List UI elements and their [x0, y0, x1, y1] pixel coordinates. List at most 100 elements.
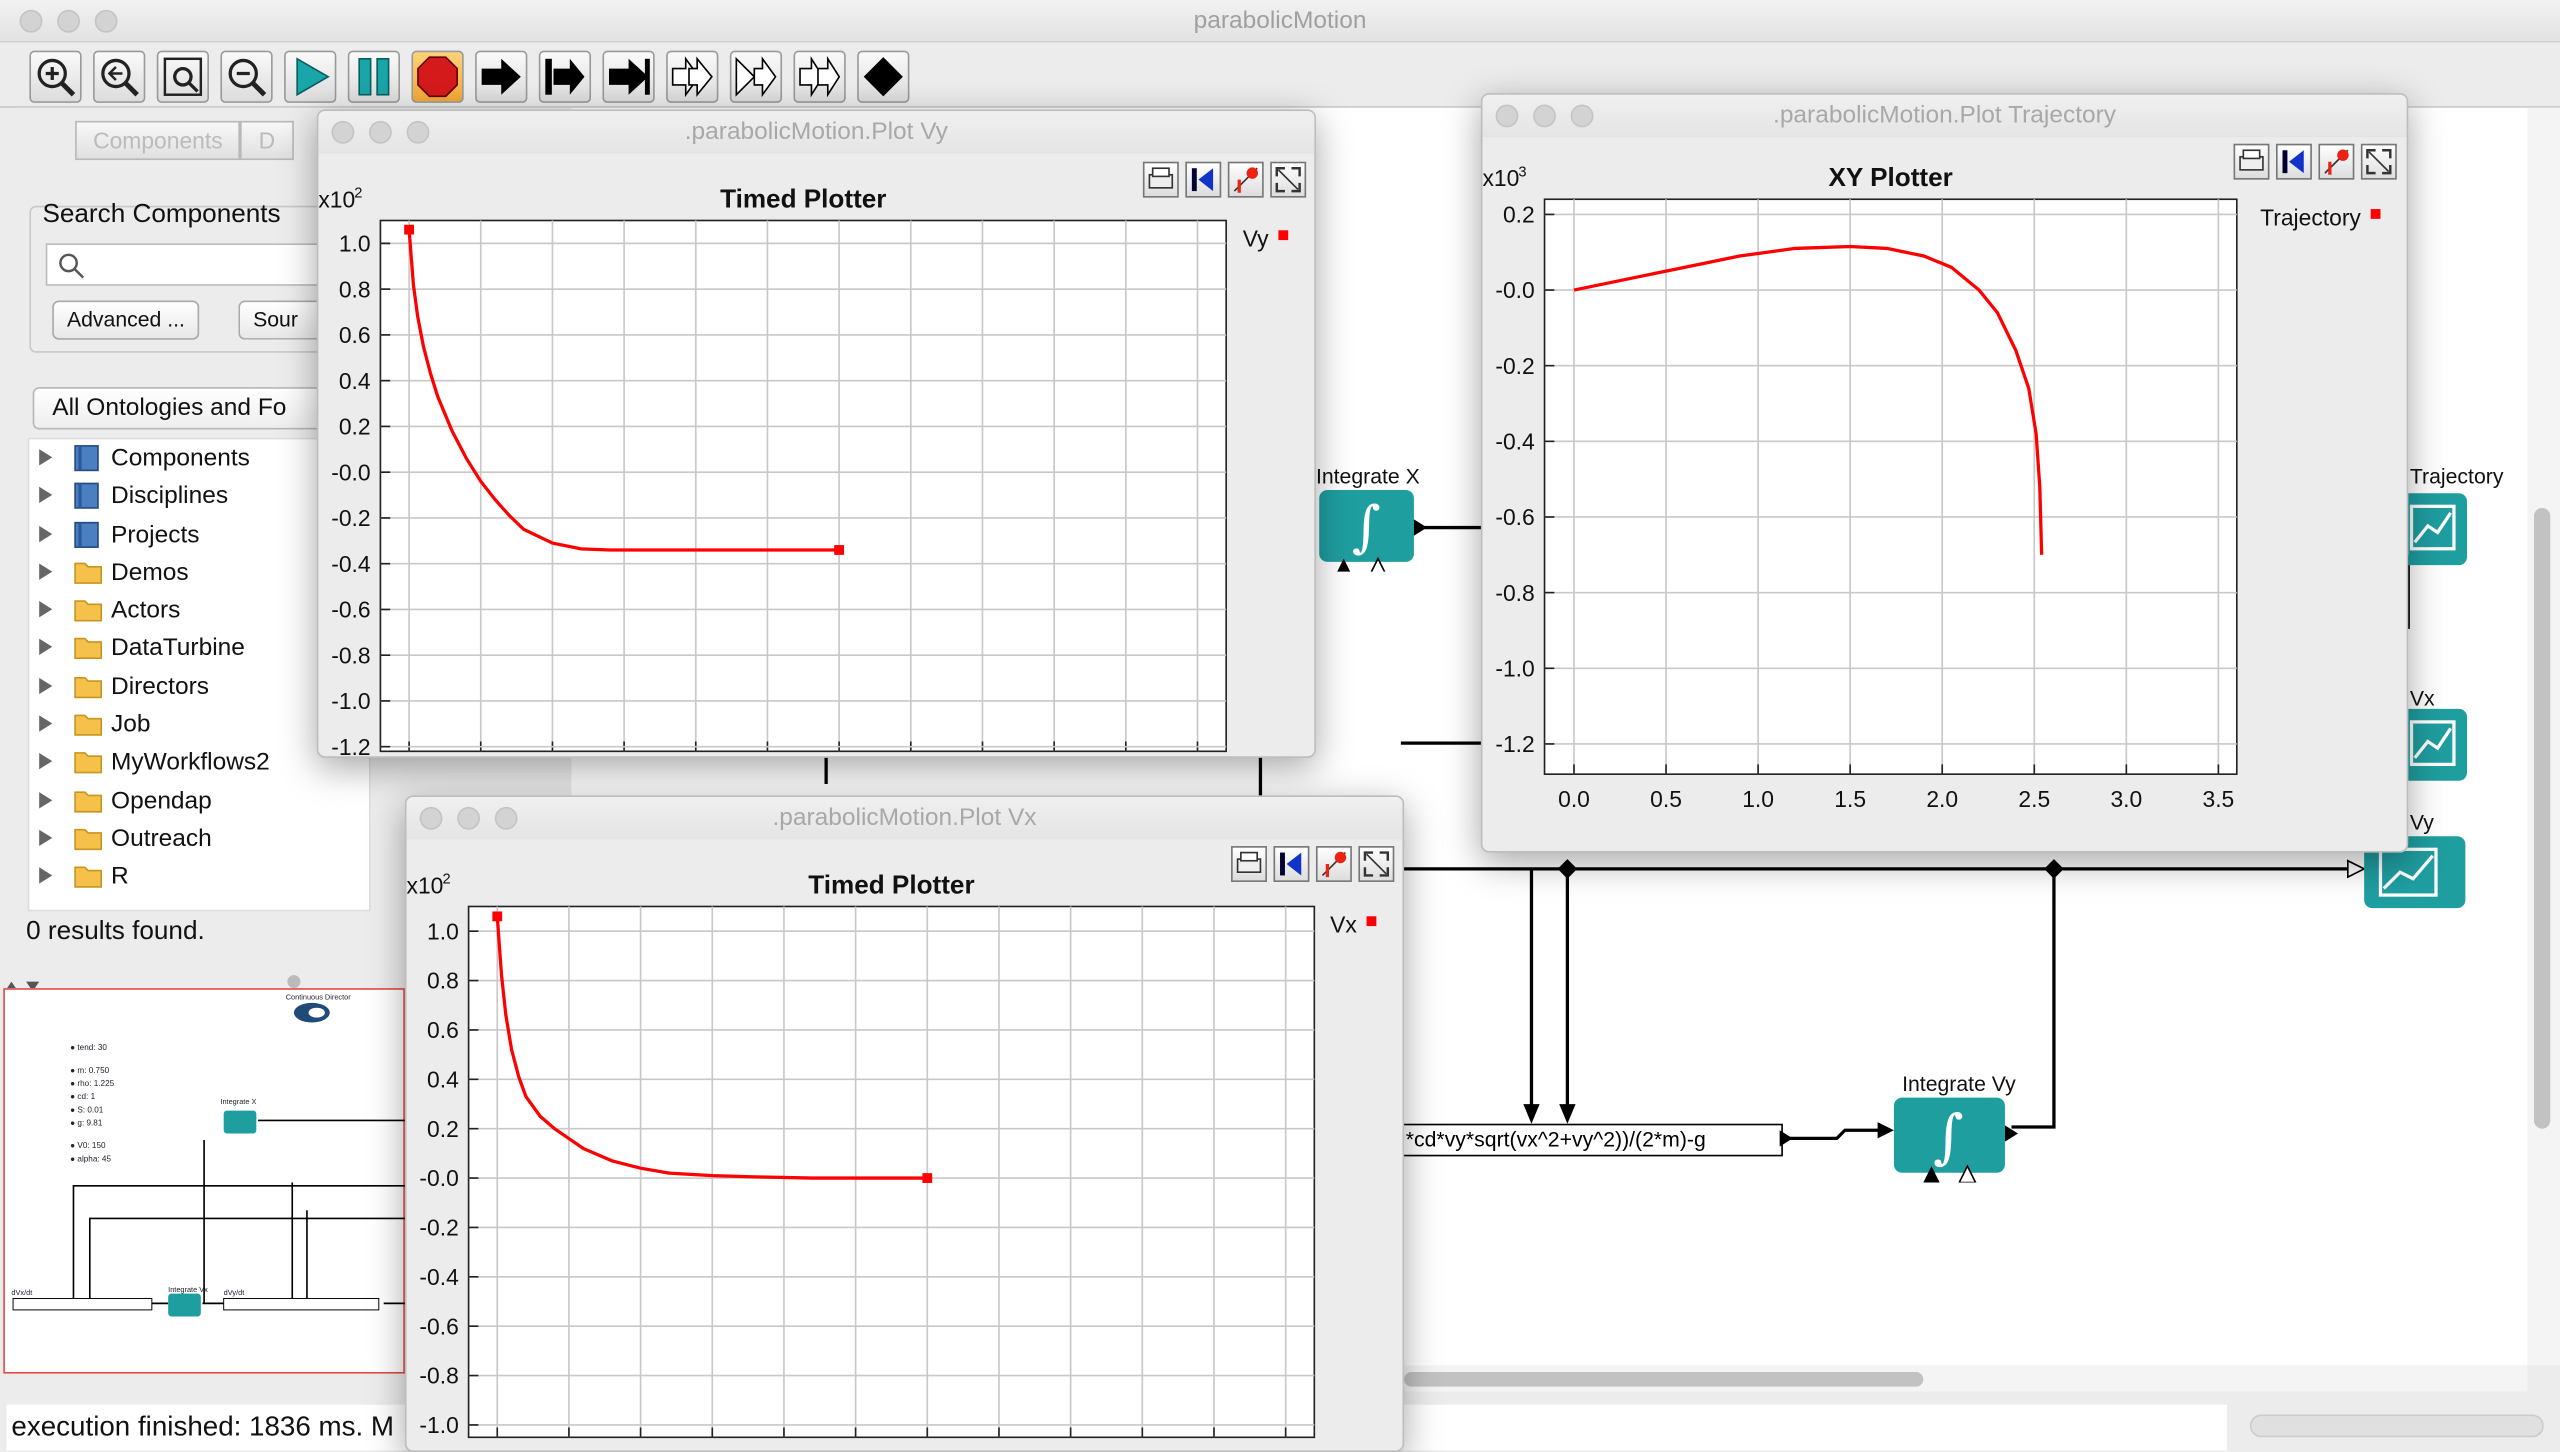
plot-window-vy[interactable]: .parabolicMotion.Plot Vy Timed Plotter x1… — [316, 109, 1316, 758]
vy-plot[interactable]: Timed Plotterx10205101520253035404550551… — [318, 154, 1316, 758]
expand-arrow-icon[interactable] — [39, 563, 53, 580]
close-icon[interactable] — [331, 120, 355, 144]
expand-arrow-icon[interactable] — [39, 829, 53, 846]
vx-window-titlebar[interactable]: .parabolicMotion.Plot Vx — [406, 797, 1403, 840]
vertical-scrollbar[interactable] — [2527, 107, 2560, 1366]
zoom-icon[interactable] — [94, 9, 118, 33]
window-titlebar: parabolicMotion — [0, 0, 2560, 43]
expand-arrow-icon[interactable] — [39, 639, 53, 656]
zoom-in-button[interactable] — [29, 50, 82, 103]
trajectory-plot[interactable]: XY Plotter x10 3 0.0 0.5 1.0 1.5 2.0 2.5 3.0 3.5 0.… — [1482, 137, 2408, 852]
integrate-x-output-port[interactable] — [1413, 519, 1427, 536]
expand-arrow-icon[interactable] — [39, 525, 53, 542]
step-button[interactable] — [475, 50, 528, 103]
tree-item-opendap[interactable]: Opendap — [29, 782, 369, 820]
vx-plot-actor[interactable] — [2408, 708, 2468, 781]
data-point — [834, 545, 845, 555]
zoom-reset-button[interactable] — [93, 50, 146, 103]
expand-arrow-icon[interactable] — [39, 791, 53, 808]
minimize-icon[interactable] — [457, 806, 481, 830]
vertical-scroll-thumb[interactable] — [2533, 507, 2551, 1129]
plot-window-trajectory[interactable]: .parabolicMotion.Plot Trajectory XY Plot… — [1480, 93, 2409, 853]
minimize-icon[interactable] — [57, 9, 81, 33]
folder-icon — [73, 635, 103, 661]
advanced-button[interactable]: Advanced ... — [52, 300, 200, 340]
fast-forward-button[interactable] — [666, 50, 719, 103]
close-icon[interactable] — [19, 9, 43, 33]
legend-label: Vy — [1243, 226, 1269, 252]
skip-end-button[interactable] — [793, 50, 846, 103]
zoom-fit-button[interactable] — [156, 50, 209, 103]
zoom-icon[interactable] — [494, 806, 518, 830]
minimize-icon[interactable] — [1533, 104, 1556, 128]
integrate-x-actor[interactable]: ∫ — [1319, 489, 1414, 576]
results-count: 0 results found. — [26, 917, 205, 946]
integrate-x-label: Integrate X — [1315, 463, 1420, 489]
y-tick-label: -0.8 — [331, 642, 370, 668]
y-tick-label: -0.0 — [419, 1165, 458, 1191]
search-label: Search Components — [42, 200, 281, 229]
breakpoint-button[interactable] — [857, 50, 910, 103]
x-tick-label: 2.5 — [2018, 786, 2050, 812]
step-over-button[interactable] — [602, 50, 655, 103]
legend-label: Trajectory — [2260, 204, 2361, 230]
y-tick-label: -1.2 — [1495, 731, 1534, 757]
splitter-handle[interactable] — [287, 975, 301, 989]
expand-arrow-icon[interactable] — [39, 715, 53, 732]
plot-title: XY Plotter — [1829, 162, 1953, 192]
trajectory-actor-label: Trajectory — [2409, 463, 2504, 489]
zoom-icon[interactable] — [1570, 104, 1594, 128]
trajectory-window-title: .parabolicMotion.Plot Trajectory — [1773, 101, 2117, 130]
expand-arrow-icon[interactable] — [39, 487, 53, 504]
zoom-out-button[interactable] — [220, 50, 273, 103]
tab-components[interactable]: Components — [75, 120, 241, 161]
folder-icon — [73, 596, 103, 622]
step-into-button[interactable] — [538, 50, 592, 103]
vx-plot[interactable]: Timed Plotterx10205101520253035404550551… — [407, 840, 1405, 1452]
overview-director-label: Continuous Director — [285, 993, 351, 1002]
pause-button[interactable] — [347, 50, 401, 103]
x-tick-label: 0.0 — [1558, 786, 1590, 812]
ontology-select[interactable]: All Ontologies and Fo — [32, 387, 360, 430]
expand-arrow-icon[interactable] — [39, 449, 53, 466]
play-icon — [296, 57, 330, 97]
trajectory-plot-actor[interactable] — [2408, 493, 2468, 566]
tree-item-label: Job — [111, 710, 151, 739]
folder-icon — [73, 673, 103, 699]
integrate-vy-actor[interactable]: ∫ — [1893, 1097, 2005, 1184]
tree-item-r[interactable]: R — [29, 858, 369, 896]
stop-button[interactable] — [411, 50, 464, 103]
overview-param: ● g: 9.81 — [70, 1118, 103, 1129]
expand-arrow-icon[interactable] — [39, 867, 53, 885]
legend-swatch — [2370, 209, 2381, 219]
plot-window-vx[interactable]: .parabolicMotion.Plot Vx Timed Plotter x1… — [404, 795, 1405, 1452]
vy-window-titlebar[interactable]: .parabolicMotion.Plot Vy — [318, 111, 1315, 154]
tree-item-outreach[interactable]: Outreach — [29, 820, 369, 858]
close-icon[interactable] — [1495, 104, 1519, 128]
expression-output-port[interactable] — [1779, 1130, 1793, 1147]
window-controls[interactable] — [19, 9, 118, 33]
minimize-icon[interactable] — [368, 120, 392, 144]
svg-text:∫: ∫ — [1352, 495, 1381, 560]
expand-arrow-icon[interactable] — [39, 601, 53, 618]
search-input[interactable] — [45, 243, 350, 286]
y-tick-label: 0.2 — [427, 1116, 459, 1142]
plot-icon — [2409, 720, 2456, 767]
run-button[interactable] — [284, 50, 337, 103]
expand-arrow-icon[interactable] — [39, 677, 53, 694]
integrate-vy-output-port[interactable] — [2004, 1125, 2019, 1142]
overview-param: ● tend: 30 — [70, 1043, 107, 1054]
horizontal-scrollbar[interactable] — [1404, 1365, 2528, 1392]
close-icon[interactable] — [419, 806, 443, 830]
tab-data[interactable]: D — [240, 120, 294, 161]
skip-button[interactable] — [729, 50, 783, 103]
trajectory-window-titlebar[interactable]: .parabolicMotion.Plot Trajectory — [1482, 94, 2407, 138]
expression-actor[interactable]: *cd*vy*sqrt(vx^2+vy^2))/(2*m)-g — [1400, 1123, 1783, 1157]
workflow-overview[interactable]: ● tend: 30 ● m: 0.750 ● rho: 1.225 ● cd: 1 ●… — [3, 988, 407, 1374]
horizontal-scroll-thumb[interactable] — [1404, 1371, 1924, 1387]
expand-arrow-icon[interactable] — [39, 753, 53, 770]
book-icon — [73, 482, 101, 510]
zoom-icon[interactable] — [406, 120, 430, 144]
y-tick-label: -0.0 — [1495, 277, 1534, 303]
y-scale-exponent: 2 — [442, 872, 450, 888]
